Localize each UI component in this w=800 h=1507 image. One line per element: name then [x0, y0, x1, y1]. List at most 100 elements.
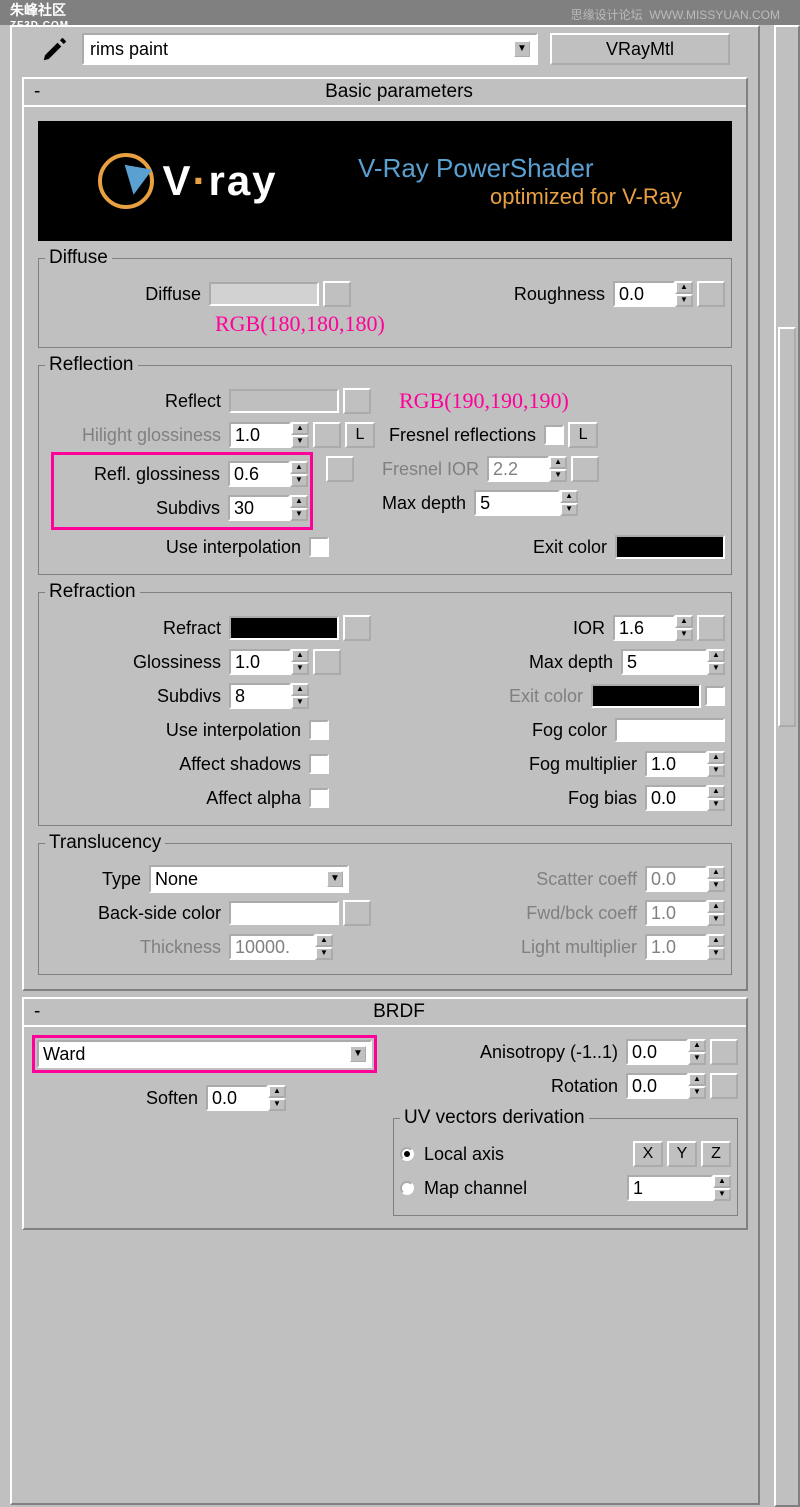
refr-interp-checkbox[interactable]	[309, 720, 329, 740]
banner-line1: V-Ray PowerShader	[358, 153, 712, 184]
local-axis-radio[interactable]	[400, 1147, 414, 1161]
ior-input[interactable]: 1.6	[613, 615, 675, 641]
hilight-gloss-input[interactable]: 1.0	[229, 422, 291, 448]
fresnel-checkbox[interactable]	[544, 425, 564, 445]
axis-x-button[interactable]: X	[633, 1141, 663, 1167]
refr-subdivs-label: Subdivs	[45, 686, 225, 707]
refract-color-swatch[interactable]	[229, 616, 339, 640]
back-color-label: Back-side color	[45, 903, 225, 924]
l-button[interactable]: L	[345, 422, 375, 448]
local-axis-label: Local axis	[418, 1144, 508, 1165]
reflect-label: Reflect	[45, 391, 225, 412]
ior-label: IOR	[573, 618, 609, 639]
watermark-text: 朱峰社区	[10, 0, 69, 20]
back-color-swatch[interactable]	[229, 901, 339, 925]
material-name-dropdown[interactable]: rims paint ▼	[82, 33, 538, 65]
eyedropper-icon[interactable]	[40, 34, 70, 64]
fog-mult-input[interactable]: 1.0	[645, 751, 707, 777]
fresnel-l-button[interactable]: L	[568, 422, 598, 448]
map-channel-input[interactable]: 1	[627, 1175, 713, 1201]
rotation-map-button[interactable]	[710, 1073, 738, 1099]
affect-alpha-label: Affect alpha	[45, 788, 305, 809]
back-color-map-button[interactable]	[343, 900, 371, 926]
ior-map-button[interactable]	[697, 615, 725, 641]
refr-subdivs-input[interactable]: 8	[229, 683, 291, 709]
diffuse-color-swatch[interactable]	[209, 282, 319, 306]
reflect-map-button[interactable]	[343, 388, 371, 414]
refr-maxdepth-input[interactable]: 5	[621, 649, 707, 675]
refl-maxdepth-label: Max depth	[382, 493, 470, 514]
reflect-color-swatch[interactable]	[229, 389, 339, 413]
material-name: rims paint	[90, 39, 168, 60]
chevron-down-icon: ▼	[327, 871, 343, 887]
hilight-gloss-map-button[interactable]	[313, 422, 341, 448]
material-editor-panel: rims paint ▼ VRayMtl - Basic parameters …	[10, 25, 760, 1505]
basic-parameters-header[interactable]: - Basic parameters	[24, 79, 746, 107]
basic-parameters-rollout: - Basic parameters V·ray V-Ray PowerShad…	[22, 77, 748, 991]
fog-bias-input[interactable]: 0.0	[645, 785, 707, 811]
fwdbck-input[interactable]: 1.0	[645, 900, 707, 926]
diffuse-rgb-annotation: RGB(180,180,180)	[45, 311, 725, 337]
refr-gloss-map-button[interactable]	[313, 649, 341, 675]
refl-interp-label: Use interpolation	[45, 537, 305, 558]
hilight-gloss-label: Hilight glossiness	[45, 425, 225, 446]
brdf-header[interactable]: - BRDF	[24, 999, 746, 1027]
roughness-input[interactable]: 0.0	[613, 281, 675, 307]
collapse-icon: -	[34, 1001, 52, 1023]
roughness-map-button[interactable]	[697, 281, 725, 307]
map-channel-radio[interactable]	[400, 1181, 414, 1195]
material-type-button[interactable]: VRayMtl	[550, 33, 730, 65]
affect-alpha-checkbox[interactable]	[309, 788, 329, 808]
fresnel-ior-map-button[interactable]	[571, 456, 599, 482]
reflect-rgb-annotation: RGB(190,190,190)	[399, 388, 569, 414]
affect-shadows-checkbox[interactable]	[309, 754, 329, 774]
refl-interp-checkbox[interactable]	[309, 537, 329, 557]
watermark-right: 思缘设计论坛 WWW.MISSYUAN.COM	[571, 6, 780, 23]
translucency-group: Translucency Type None ▼ Scatter coeff 0…	[38, 832, 732, 975]
spin-down-icon[interactable]: ▼	[675, 294, 693, 307]
vray-banner: V·ray V-Ray PowerShader optimized for V-…	[38, 121, 732, 241]
refraction-group: Refraction Refract IOR 1.6▲▼ Glossiness …	[38, 581, 732, 826]
rotation-input[interactable]: 0.0	[626, 1073, 688, 1099]
rollout-title: Basic parameters	[52, 81, 746, 103]
fog-bias-label: Fog bias	[568, 788, 641, 809]
axis-y-button[interactable]: Y	[667, 1141, 697, 1167]
vertical-scrollbar[interactable]	[774, 25, 800, 1507]
translucency-type-dropdown[interactable]: None ▼	[149, 865, 349, 893]
spin-up-icon[interactable]: ▲	[675, 281, 693, 294]
anisotropy-map-button[interactable]	[710, 1039, 738, 1065]
fresnel-ior-label: Fresnel IOR	[382, 459, 483, 480]
refl-gloss-input[interactable]: 0.6	[228, 461, 290, 487]
fresnel-ior-input[interactable]: 2.2	[487, 456, 549, 482]
refract-map-button[interactable]	[343, 615, 371, 641]
fresnel-label: Fresnel reflections	[389, 425, 540, 446]
refl-exitcolor-swatch[interactable]	[615, 535, 725, 559]
chevron-down-icon: ▼	[350, 1046, 366, 1062]
refr-gloss-label: Glossiness	[45, 652, 225, 673]
refr-exitcolor-checkbox[interactable]	[705, 686, 725, 706]
vray-logo-icon	[98, 153, 154, 209]
roughness-label: Roughness	[514, 284, 609, 305]
thickness-input[interactable]: 10000.	[229, 934, 315, 960]
refr-maxdepth-label: Max depth	[529, 652, 617, 673]
diffuse-map-button[interactable]	[323, 281, 351, 307]
scrollbar-thumb[interactable]	[778, 327, 796, 727]
refr-exitcolor-swatch[interactable]	[591, 684, 701, 708]
fog-color-swatch[interactable]	[615, 718, 725, 742]
reflection-legend: Reflection	[45, 354, 138, 376]
refl-subdivs-input[interactable]: 30	[228, 495, 290, 521]
refract-label: Refract	[45, 618, 225, 639]
trans-type-label: Type	[45, 869, 145, 890]
refr-gloss-input[interactable]: 1.0	[229, 649, 291, 675]
refl-gloss-map-button[interactable]	[326, 456, 354, 482]
brdf-type-dropdown[interactable]: Ward ▼	[37, 1040, 372, 1068]
diffuse-label: Diffuse	[45, 284, 205, 305]
refl-gloss-label: Refl. glossiness	[56, 464, 224, 485]
anisotropy-input[interactable]: 0.0	[626, 1039, 688, 1065]
light-mult-input[interactable]: 1.0	[645, 934, 707, 960]
soften-input[interactable]: 0.0	[206, 1085, 268, 1111]
reflection-group: Reflection Reflect RGB(190,190,190) Hili…	[38, 354, 732, 575]
refl-maxdepth-input[interactable]: 5	[474, 490, 560, 516]
axis-z-button[interactable]: Z	[701, 1141, 731, 1167]
scatter-input[interactable]: 0.0	[645, 866, 707, 892]
